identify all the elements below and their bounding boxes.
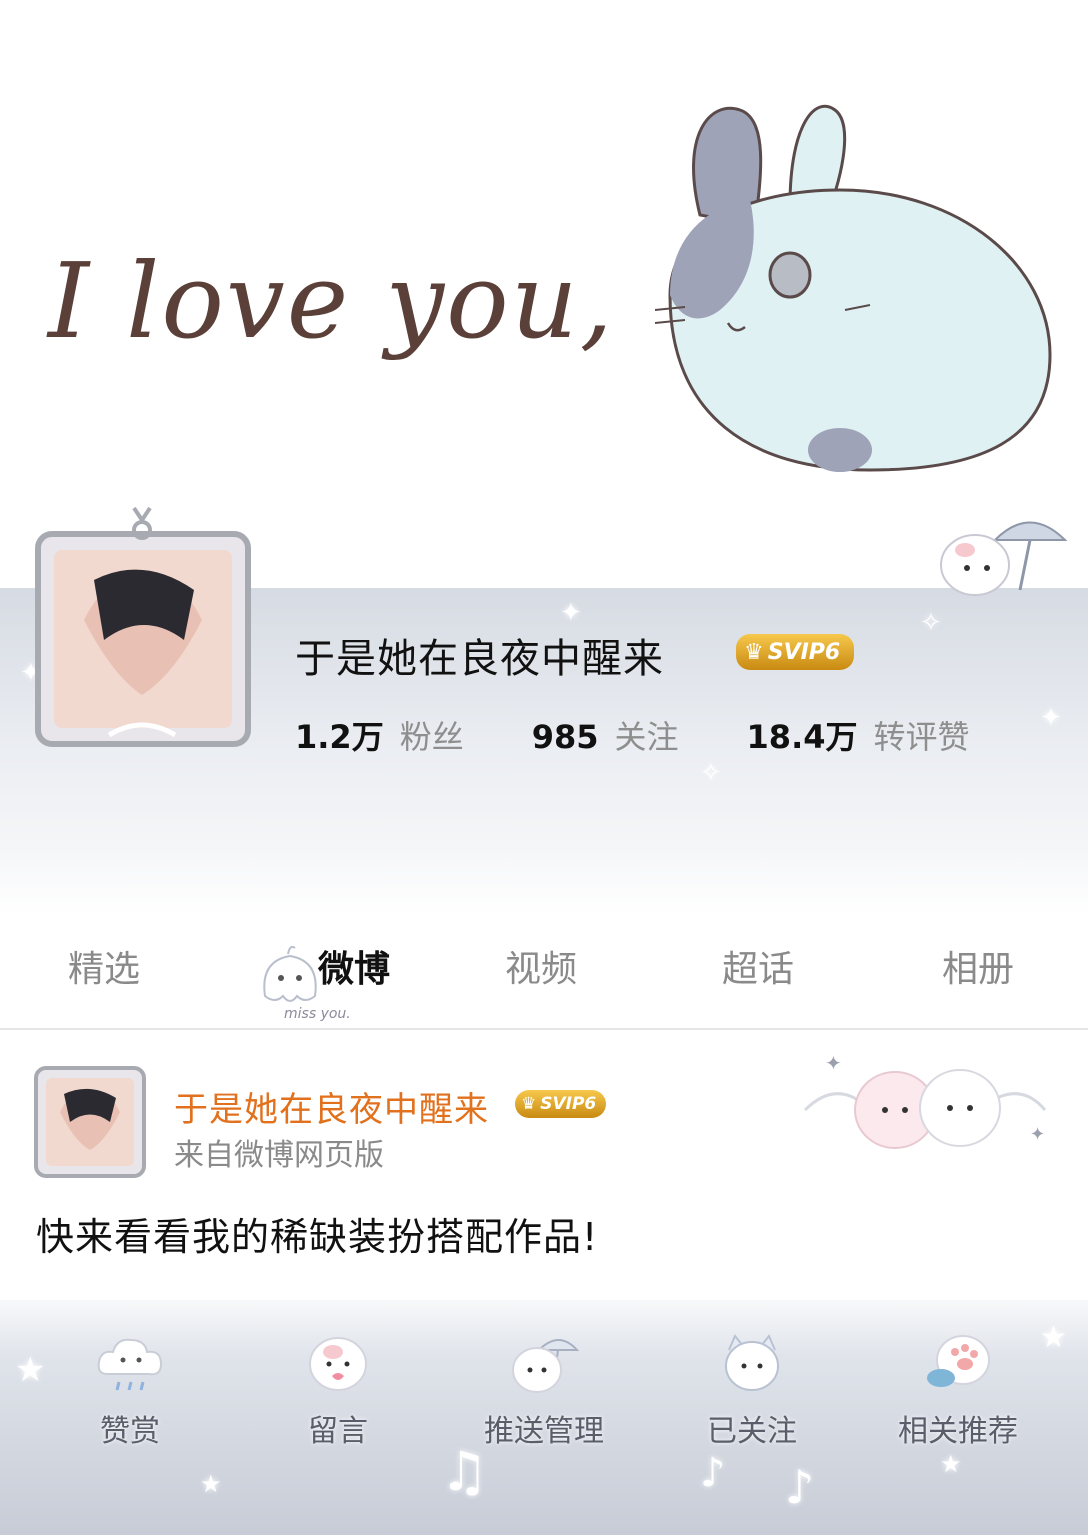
ghost-icon [263, 945, 317, 1002]
svip-badge-label: SVIP6 [540, 1094, 597, 1114]
post-text[interactable]: 快来看看我的稀缺装扮搭配作品! [36, 1206, 598, 1261]
action-push-settings[interactable]: 推送管理 [464, 1330, 624, 1450]
action-label: 相关推荐 [898, 1414, 1018, 1449]
svg-text:✦: ✦ [825, 1051, 842, 1075]
tab-video[interactable]: 视频 [505, 940, 577, 992]
svg-text:✦: ✦ [1030, 1124, 1045, 1145]
cloud-icon [97, 1338, 163, 1391]
sparkle-icon: ✧ [700, 758, 722, 788]
crown-icon: ♛ [521, 1094, 537, 1114]
action-label: 赞赏 [100, 1414, 160, 1449]
svip-badge[interactable]: ♛ SVIP6 [515, 1090, 607, 1118]
star-icon: ★ [1040, 1320, 1067, 1355]
tab-super-topic[interactable]: 超话 [722, 940, 794, 992]
bunny-illustration [654, 104, 1052, 472]
post-source: 来自微博网页版 [174, 1138, 384, 1173]
sparkle-icon: ✦ [1040, 703, 1062, 733]
stat-following[interactable]: 985 关注 [532, 712, 679, 758]
music-note-icon: ♪ [785, 1460, 815, 1514]
tab-decoration-text: miss you. [284, 1006, 351, 1022]
star-icon: ★ [15, 1350, 46, 1390]
paw-icon [927, 1335, 990, 1387]
tab-weibo[interactable]: 微博 [318, 940, 390, 992]
star-icon: ★ [200, 1470, 222, 1498]
action-label: 推送管理 [484, 1414, 604, 1449]
stat-likes[interactable]: 18.4万 转评赞 [747, 712, 970, 758]
post-author-name[interactable]: 于是她在良夜中醒来 [174, 1082, 489, 1131]
stat-label: 粉丝 [399, 718, 464, 756]
svip-badge[interactable]: ♛ SVIP6 [736, 634, 855, 670]
post-author-avatar[interactable] [30, 1052, 150, 1182]
tab-featured[interactable]: 精选 [68, 940, 140, 992]
profile-action-bar: ♫ ♪ ♪ ★ ★ ★ ★ 赞赏 留言 推送管理 已关注 相关推荐 [0, 1300, 1088, 1535]
angel-kittens-decoration: ✦ ✦ [803, 1051, 1047, 1149]
star-icon: ★ [940, 1450, 962, 1478]
tab-album[interactable]: 相册 [942, 940, 1014, 992]
stat-followers[interactable]: 1.2万 粉丝 [295, 712, 464, 758]
profile-tabs: 精选 微博 miss you. 视频 超话 相册 [0, 914, 1088, 1030]
svip-badge-label: SVIP6 [767, 639, 841, 665]
kitten-heart-icon [309, 1337, 367, 1391]
stat-value: 1.2万 [295, 718, 384, 756]
action-reward[interactable]: 赞赏 [50, 1330, 210, 1450]
music-note-icon: ♪ [700, 1450, 726, 1496]
kitten-icon [725, 1334, 779, 1391]
stat-value: 18.4万 [746, 718, 858, 756]
stat-label: 转评赞 [873, 718, 970, 756]
sparkle-icon: ✧ [920, 608, 942, 638]
action-following[interactable]: 已关注 [672, 1330, 832, 1450]
profile-stats: 1.2万 粉丝 985 关注 18.4万 转评赞 [295, 712, 1038, 758]
kitten-umbrella-decoration [940, 521, 1068, 596]
action-label: 已关注 [707, 1414, 797, 1449]
stat-label: 关注 [614, 718, 679, 756]
profile-name: 于是她在良夜中醒来 [295, 636, 664, 682]
banner-handwriting: I love you, [48, 240, 615, 362]
action-label: 留言 [308, 1414, 368, 1449]
profile-avatar[interactable] [24, 500, 262, 758]
crown-icon: ♛ [744, 639, 764, 665]
sparkle-icon: ✦ [560, 598, 582, 628]
action-message[interactable]: 留言 [258, 1330, 418, 1450]
stat-value: 985 [531, 718, 599, 756]
action-recommendations[interactable]: 相关推荐 [878, 1330, 1038, 1450]
post-card[interactable]: 于是她在良夜中醒来 ♛ SVIP6 来自微博网页版 ✦ ✦ 快来看看我的稀缺装扮… [0, 1030, 1088, 1535]
kitten-umbrella-icon [512, 1339, 579, 1393]
